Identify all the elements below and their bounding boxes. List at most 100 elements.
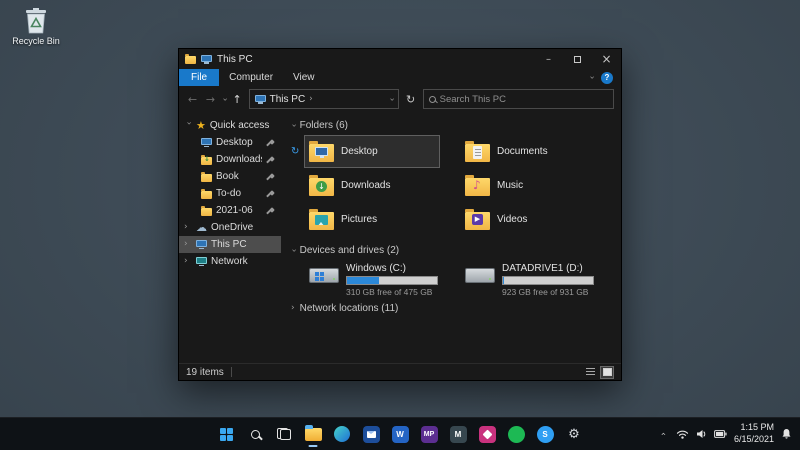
folder-icon (305, 428, 322, 441)
sidebar-item-book[interactable]: Book (179, 168, 281, 185)
taskbar-media-player[interactable]: MP (416, 421, 442, 447)
tab-view[interactable]: View (283, 72, 325, 83)
videos-folder-icon: ▶ (465, 212, 490, 230)
tab-computer[interactable]: Computer (219, 72, 283, 83)
maximize-button[interactable] (563, 49, 592, 69)
sidebar-item-this-pc[interactable]: › This PC (179, 236, 281, 253)
section-header-network-locations[interactable]: › Network locations (11) (291, 303, 613, 314)
search-box[interactable] (423, 89, 614, 109)
quick-access-star-icon: ★ (196, 120, 206, 131)
sidebar-item-downloads[interactable]: ↓ Downloads (179, 151, 281, 168)
monitor-glyph-icon (315, 147, 328, 156)
chevron-down-icon[interactable]: › (184, 122, 193, 130)
folder-item-documents[interactable]: Documents (460, 135, 596, 168)
tray-expand-chevron-icon[interactable]: › (659, 432, 669, 436)
chevron-right-icon[interactable]: › (184, 240, 192, 249)
folder-item-music[interactable]: ♪ Music (460, 169, 596, 202)
refresh-button[interactable]: ↻ (404, 93, 418, 106)
forward-button[interactable]: → (204, 94, 217, 105)
breadcrumb[interactable]: This PC (270, 94, 306, 105)
taskbar-file-explorer[interactable] (300, 421, 326, 447)
onedrive-cloud-icon: ☁ (196, 222, 207, 233)
recycle-bin[interactable]: Recycle Bin (8, 6, 64, 46)
address-dropdown-chevron-icon[interactable]: › (386, 97, 395, 101)
address-bar: ← → › ↑ This PC › › ↻ (179, 86, 621, 112)
folder-item-pictures[interactable]: Pictures (304, 203, 440, 236)
capacity-bar (346, 276, 438, 285)
sidebar-item-network[interactable]: › Network (179, 253, 281, 270)
collapse-chevron-icon[interactable]: › (288, 249, 297, 253)
volume-icon[interactable] (696, 429, 707, 439)
downloads-folder-icon: ↓ (201, 157, 212, 165)
section-header-folders[interactable]: › Folders (6) (291, 120, 613, 131)
taskbar-clock[interactable]: 1:15 PM 6/15/2021 (734, 422, 774, 445)
this-pc-icon (196, 240, 207, 249)
tab-file[interactable]: File (179, 69, 219, 86)
taskbar-edge[interactable] (329, 421, 355, 447)
details-view-button[interactable] (583, 366, 597, 379)
taskbar-word[interactable]: W (387, 421, 413, 447)
sidebar-item-quick-access[interactable]: › ★ Quick access (179, 117, 281, 134)
breadcrumb-chevron-icon[interactable]: › (309, 95, 313, 104)
task-view-icon (277, 428, 291, 440)
navigation-pane: › ★ Quick access Desktop ↓ Downloads Boo… (179, 112, 281, 363)
notification-bell-icon[interactable] (781, 428, 792, 440)
up-button[interactable]: ↑ (231, 94, 244, 105)
search-input[interactable] (440, 94, 608, 105)
collapse-chevron-icon[interactable]: › (288, 124, 297, 128)
status-divider (231, 367, 232, 377)
battery-icon[interactable] (714, 430, 727, 438)
sidebar-item-todo[interactable]: To-do (179, 185, 281, 202)
folder-item-videos[interactable]: ▶ Videos (460, 203, 596, 236)
downloads-folder-icon: ↓ (309, 178, 334, 196)
capacity-bar (502, 276, 594, 285)
chevron-right-icon[interactable]: › (184, 223, 192, 232)
desktop: Recycle Bin This PC – × File Computer Vi… (0, 0, 800, 450)
address-input[interactable]: This PC › › (249, 89, 399, 109)
folder-item-downloads[interactable]: ↓ Downloads (304, 169, 440, 202)
folder-icon (201, 208, 212, 216)
explorer-app-icon (185, 56, 196, 64)
back-button[interactable]: ← (186, 94, 199, 105)
music-note-icon: ♪ (473, 179, 481, 191)
drive-item-d[interactable]: DATADRIVE1 (D:) 923 GB free of 931 GB (460, 260, 596, 294)
section-header-devices[interactable]: › Devices and drives (2) (291, 245, 613, 256)
taskbar-photos[interactable] (474, 421, 500, 447)
items-count: 19 items (186, 367, 224, 378)
taskbar-movies[interactable]: M (445, 421, 471, 447)
folder-item-desktop[interactable]: Desktop (304, 135, 440, 168)
window-title: This PC (217, 54, 253, 65)
diamond-glyph-icon (482, 429, 492, 439)
hard-drive-icon (309, 268, 339, 283)
folder-icon (201, 191, 212, 199)
start-button[interactable] (213, 421, 239, 447)
sidebar-item-desktop[interactable]: Desktop (179, 134, 281, 151)
taskbar-settings[interactable]: ⚙ (561, 421, 587, 447)
thumbnail-view-icon (603, 368, 612, 376)
taskbar-skype[interactable]: S (532, 421, 558, 447)
download-arrow-icon: ↓ (204, 156, 210, 163)
minimize-button[interactable]: – (534, 49, 563, 69)
task-view-button[interactable] (271, 421, 297, 447)
taskbar-search-button[interactable] (242, 421, 268, 447)
thumbnail-view-button[interactable] (600, 366, 614, 379)
media-player-icon: MP (421, 426, 438, 443)
close-button[interactable]: × (592, 49, 621, 69)
recent-locations-chevron-icon[interactable]: › (219, 97, 228, 101)
taskbar-spotify[interactable] (503, 421, 529, 447)
drive-item-c[interactable]: Windows (C:) 310 GB free of 475 GB (304, 260, 440, 294)
movies-icon: M (450, 426, 467, 443)
sidebar-item-2021-06[interactable]: 2021-06 (179, 202, 281, 219)
ribbon-expand-chevron-icon[interactable]: › (587, 76, 596, 80)
maximize-icon (574, 56, 581, 63)
chevron-right-icon[interactable]: › (184, 257, 192, 266)
music-folder-icon: ♪ (465, 178, 490, 196)
wifi-icon[interactable] (676, 429, 689, 439)
help-button[interactable]: ? (601, 72, 613, 84)
title-bar[interactable]: This PC – × (179, 49, 621, 69)
spotify-icon (508, 426, 525, 443)
sidebar-item-onedrive[interactable]: › ☁ OneDrive (179, 219, 281, 236)
download-arrow-icon: ↓ (316, 181, 327, 192)
collapse-chevron-icon[interactable]: › (291, 304, 295, 313)
taskbar-mail[interactable] (358, 421, 384, 447)
